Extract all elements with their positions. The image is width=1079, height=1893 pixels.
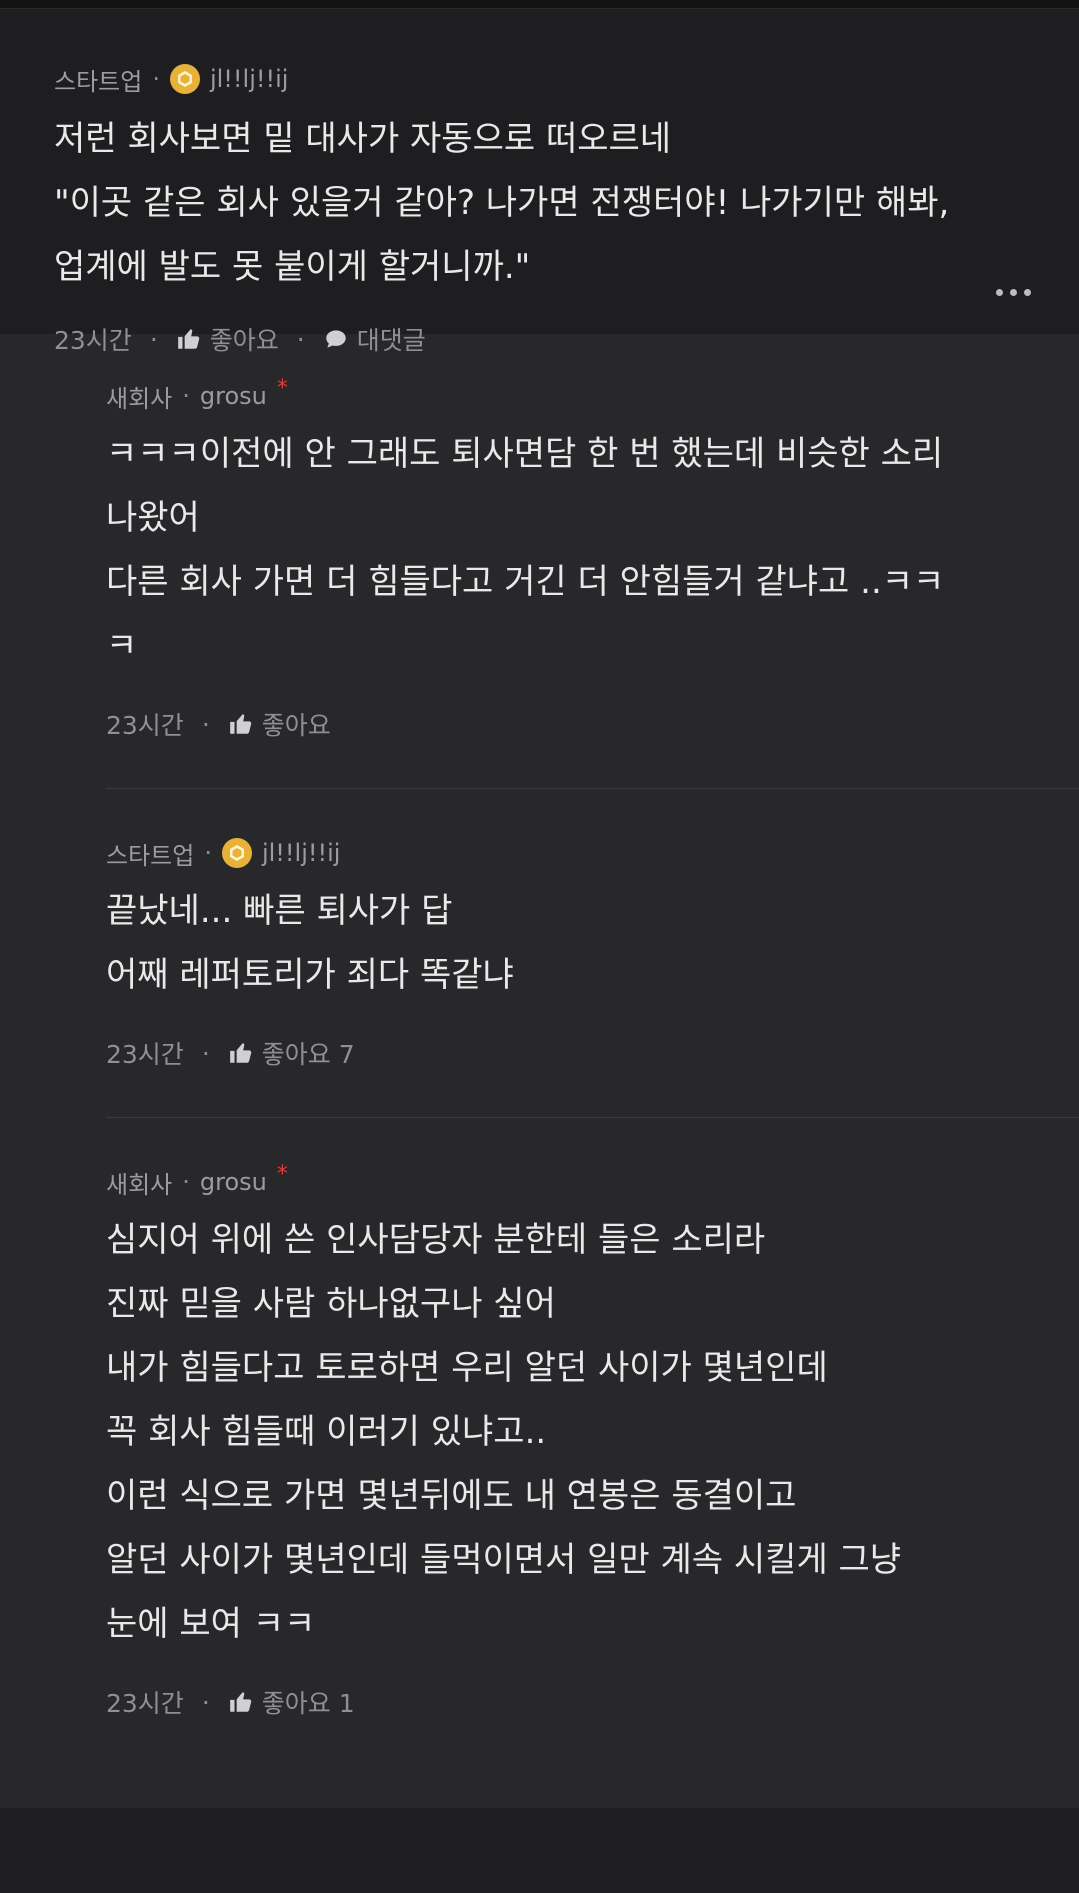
action-separator: · bbox=[201, 1038, 210, 1068]
reply-label: 대댓글 bbox=[356, 326, 426, 355]
like-label: 좋아요 7 bbox=[261, 1040, 355, 1069]
category-label[interactable]: 새회사 bbox=[106, 379, 172, 414]
reply-actions: 23시간 · 좋아요 1 bbox=[106, 1684, 1039, 1720]
meta-separator: · bbox=[152, 65, 160, 93]
comment-actions: 23시간 · 좋아요 · 대댓글 bbox=[54, 321, 1031, 357]
reply-actions: 23시간 · 좋아요 7 bbox=[106, 1035, 1039, 1071]
category-label[interactable]: 새회사 bbox=[106, 1165, 172, 1200]
action-separator: · bbox=[201, 709, 210, 739]
like-button[interactable]: 좋아요 bbox=[176, 321, 279, 357]
reply-time: 23시간 bbox=[106, 711, 184, 740]
reply-meta: 스타트업 · jl!!lj!!ij bbox=[106, 835, 1039, 871]
username[interactable]: grosu bbox=[200, 382, 267, 410]
reply-item: 새회사 · grosu * 심지어 위에 쓴 인사담당자 분한테 들은 소리라 … bbox=[106, 1161, 1079, 1720]
more-options-icon[interactable] bbox=[996, 289, 1031, 296]
chat-bubble-icon bbox=[325, 330, 346, 348]
reply-meta: 새회사 · grosu * bbox=[106, 1161, 1039, 1200]
meta-separator: · bbox=[204, 839, 212, 867]
like-label: 좋아요 1 bbox=[261, 1689, 355, 1718]
like-label: 좋아요 bbox=[261, 711, 331, 740]
thumbs-up-icon bbox=[229, 1692, 252, 1712]
reply-divider bbox=[106, 1117, 1079, 1118]
reply-actions: 23시간 · 좋아요 bbox=[106, 706, 1039, 742]
thumbs-up-icon bbox=[177, 329, 200, 349]
username[interactable]: jl!!lj!!ij bbox=[262, 839, 341, 867]
top-border bbox=[0, 0, 1079, 9]
hexagon-badge-icon bbox=[169, 64, 200, 94]
category-label[interactable]: 스타트업 bbox=[54, 62, 142, 97]
like-button[interactable]: 좋아요 7 bbox=[228, 1035, 355, 1071]
like-button[interactable]: 좋아요 1 bbox=[228, 1684, 355, 1720]
comment-text: 저런 회사보면 밑 대사가 자동으로 떠오르네 "이곳 같은 회사 있을거 같아… bbox=[54, 119, 950, 287]
action-separator: · bbox=[296, 324, 305, 354]
thumbs-up-icon bbox=[229, 714, 252, 734]
meta-separator: · bbox=[182, 382, 190, 410]
hexagon-badge-icon bbox=[221, 838, 252, 868]
username[interactable]: grosu bbox=[200, 1168, 267, 1196]
reply-button[interactable]: 대댓글 bbox=[323, 321, 426, 357]
reply-divider bbox=[106, 788, 1079, 789]
reply-item: 새회사 · grosu * ㅋㅋㅋ이전에 안 그래도 퇴사면담 한 번 했는데 … bbox=[106, 375, 1079, 742]
like-button[interactable]: 좋아요 bbox=[228, 706, 331, 742]
reply-time: 23시간 bbox=[106, 1689, 184, 1718]
replies-section: 새회사 · grosu * ㅋㅋㅋ이전에 안 그래도 퇴사면담 한 번 했는데 … bbox=[0, 334, 1079, 1808]
reply-time: 23시간 bbox=[106, 1040, 184, 1069]
action-separator: · bbox=[201, 1687, 210, 1717]
reply-meta: 새회사 · grosu * bbox=[106, 375, 1039, 414]
thumbs-up-icon bbox=[229, 1043, 252, 1063]
comment-time: 23시간 bbox=[54, 326, 132, 355]
reply-text: 심지어 위에 쓴 인사담당자 분한테 들은 소리라 진짜 믿을 사람 하나없구나… bbox=[106, 1220, 902, 1644]
reply-text: ㅋㅋㅋ이전에 안 그래도 퇴사면담 한 번 했는데 비슷한 소리 나왔어 다른 … bbox=[106, 434, 945, 666]
username[interactable]: jl!!lj!!ij bbox=[210, 65, 289, 93]
author-star-icon: * bbox=[276, 1161, 288, 1187]
action-separator: · bbox=[149, 324, 158, 354]
reply-item: 스타트업 · jl!!lj!!ij 끝났네... 빠른 퇴사가 답 어째 레퍼토… bbox=[106, 835, 1079, 1071]
reply-text: 끝났네... 빠른 퇴사가 답 어째 레퍼토리가 죄다 똑같냐 bbox=[106, 891, 514, 995]
comment-meta: 스타트업 · jl!!lj!!ij bbox=[54, 61, 1031, 97]
main-comment: 스타트업 · jl!!lj!!ij 저런 회사보면 밑 대사가 자동으로 떠오르… bbox=[0, 9, 1079, 355]
author-star-icon: * bbox=[276, 375, 288, 401]
meta-separator: · bbox=[182, 1168, 190, 1196]
category-label[interactable]: 스타트업 bbox=[106, 836, 194, 871]
like-label: 좋아요 bbox=[209, 326, 279, 355]
